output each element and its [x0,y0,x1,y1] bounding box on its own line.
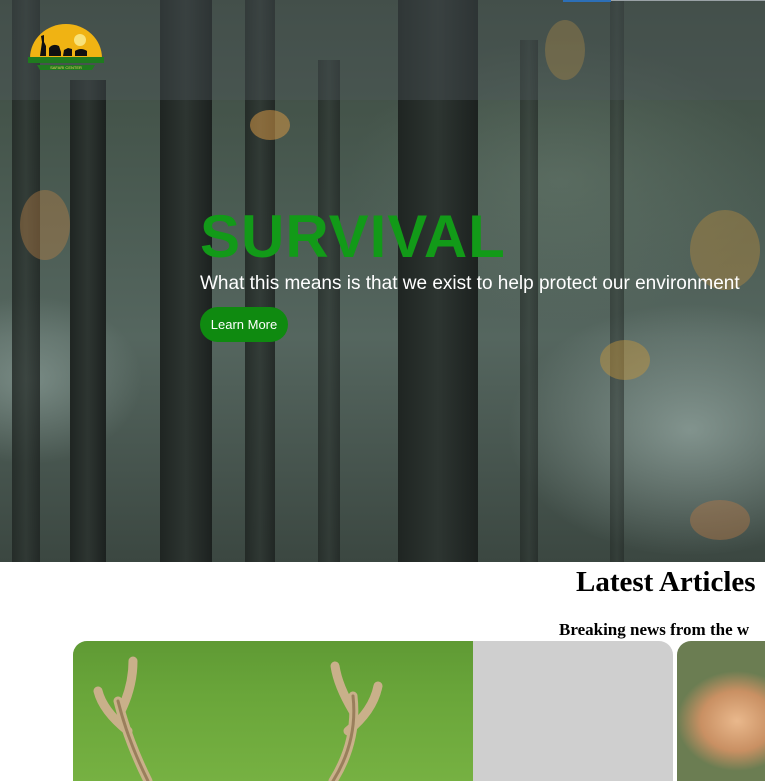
nav-divider [611,0,765,1]
hero-background-leaf [20,190,70,260]
hero-subtitle: What this means is that we exist to help… [200,273,740,294]
hero-background-tree [520,40,538,562]
hero-background-leaf [600,340,650,380]
latest-articles-heading: Latest Articles [576,566,756,598]
latest-articles-subheading: Breaking news from the w [559,620,750,639]
learn-more-button[interactable]: Learn More [200,307,288,342]
logo-text: SAFARI CENTER [50,65,82,70]
hero-title: SURVIVAL [200,203,506,270]
article-card[interactable] [677,641,765,781]
hero-background-tree [70,80,106,562]
hero-section: SAFARI CENTER SURVIVAL What this means i… [0,0,765,562]
hero-background-tree [318,60,340,562]
hero-background-leaf [250,110,290,140]
safari-logo-icon[interactable]: SAFARI CENTER [28,22,104,74]
antler-illustration [93,656,383,781]
article-card[interactable] [73,641,673,781]
hero-background-leaf [690,500,750,540]
nav-active-indicator [563,0,611,2]
deer-photo [73,641,473,781]
top-navigation-bar [0,0,765,100]
